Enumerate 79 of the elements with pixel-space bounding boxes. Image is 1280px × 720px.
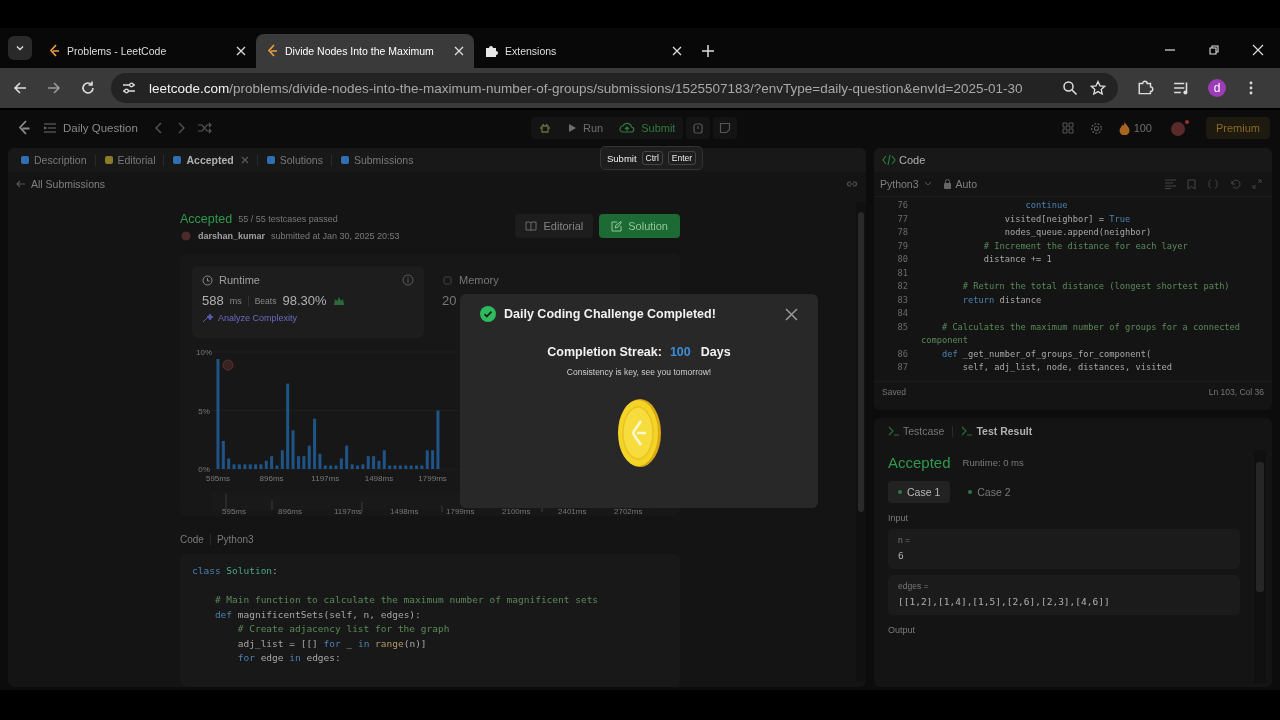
line-number: 87 (896, 361, 909, 374)
y-tick-label: 10% (196, 348, 212, 357)
memory-value: 20 (442, 293, 457, 308)
code-line: # Calculates the maximum number of groups for a connected component (921, 320, 1242, 347)
streak-label: Completion Streak: (547, 345, 662, 359)
runtime-unit: ms (229, 295, 242, 306)
variable-value: [[1,2],[1,4],[1,5],[2,6],[2,3],[4,6]] (898, 596, 1111, 607)
code-line: for edge in edges: (236, 651, 342, 665)
tab-title: Extensions (505, 45, 558, 57)
language-label: Python3 (216, 533, 254, 545)
code-line: nodes_queue.append(neighbor) (1003, 226, 1153, 239)
tooltip-label: Submit (607, 152, 637, 164)
key-cap: Ctrl (641, 151, 663, 165)
x-tick-label: 896ms (259, 474, 284, 483)
result-status: Accepted (888, 454, 951, 471)
problem-list-label: Daily Question (63, 122, 138, 134)
output-label: Output (888, 625, 917, 635)
cursor-position: Ln 103, Col 36 (1208, 387, 1264, 397)
range-label: 2401ms (558, 507, 588, 516)
line-number: 84 (896, 307, 909, 320)
range-label: 1498ms (390, 507, 420, 516)
line-number: 86 (896, 347, 909, 361)
key-cap: Enter (667, 151, 697, 165)
runtime-value: 588 (202, 293, 224, 308)
variable-name: edges = (898, 581, 930, 591)
x-tick-label: 1197ms (311, 474, 340, 483)
beats-label: Beats (254, 295, 277, 306)
line-number: 76 (896, 199, 909, 212)
tab-title: Divide Nodes Into the Maximum (285, 45, 435, 57)
code-line: class Solution: (192, 564, 279, 578)
range-label: 2100ms (502, 507, 532, 516)
range-label: 1799ms (446, 507, 476, 516)
line-number: 81 (896, 266, 909, 280)
dialog-message: Consistency is key, see you tomorrow! (566, 367, 712, 377)
code-line: def magnificentSets(self, n, edges): (213, 607, 422, 622)
code-line: distance += 1 (982, 253, 1053, 266)
code-label: Code (180, 533, 204, 545)
range-label: 595ms (222, 507, 247, 516)
beats-percent: 98.30% (282, 293, 327, 308)
code-line: # Return the total distance (longest shortest path) (961, 280, 1231, 293)
url-text: leetcode.com/problems/divide-nodes-into-the-maximum-number-of-groups/submissions/1525507183/?envType=daily-question&envId=2025-01-30 (149, 80, 1023, 96)
range-label: 1197ms (334, 507, 363, 516)
code-line: adj_list = [[] for _ in range(n)] (236, 636, 428, 651)
result-runtime: Runtime: 0 ms (962, 457, 1024, 468)
y-tick-label: 0% (198, 465, 210, 474)
code-line: return distance (961, 293, 1043, 307)
code-line: continue (1024, 199, 1069, 212)
line-number: 80 (896, 253, 909, 266)
tab-title: Problems - LeetCode (67, 45, 168, 57)
code-line: # Main function to calculate the maximum number of magnificent sets (213, 593, 600, 607)
x-tick-label: 1498ms (364, 474, 394, 483)
line-number: 83 (896, 293, 909, 307)
code-line: # Create adjacency list for the graph (236, 622, 451, 636)
code-line: # Increment the distance for each layer (982, 239, 1189, 253)
submitted-time: submitted at Jan 30, 2025 20:53 (271, 230, 400, 241)
line-number: 77 (896, 212, 909, 226)
streak-unit: Days (700, 345, 731, 359)
runtime-title: Runtime (219, 274, 260, 286)
line-number: 85 (896, 320, 909, 334)
memory-title: Memory (459, 274, 499, 286)
streak-days-count: 100 (669, 345, 691, 359)
x-tick-label: 1799ms (418, 474, 447, 483)
range-label: 896ms (278, 507, 303, 516)
input-label: Input (888, 513, 910, 523)
code-line: visited[neighbor] = True (1003, 212, 1132, 226)
x-tick-label: 595ms (205, 474, 230, 483)
range-label: 2702ms (614, 507, 644, 516)
line-number: 82 (896, 280, 909, 293)
variable-name: n = (898, 535, 912, 545)
code-line: self, adj_list, node, distances, visited (961, 361, 1174, 374)
line-number: 78 (896, 226, 909, 239)
save-status: Saved (882, 387, 907, 397)
submission-status: Accepted (180, 211, 233, 226)
testcases-passed: 55 / 55 testcases passed (238, 213, 338, 224)
code-line: def _get_number_of_groups_for_component( (940, 347, 1153, 361)
dialog-title: Daily Coding Challenge Completed! (504, 307, 716, 321)
y-tick-label: 5% (198, 406, 210, 416)
line-number: 79 (896, 239, 909, 253)
variable-value: 6 (898, 550, 905, 561)
